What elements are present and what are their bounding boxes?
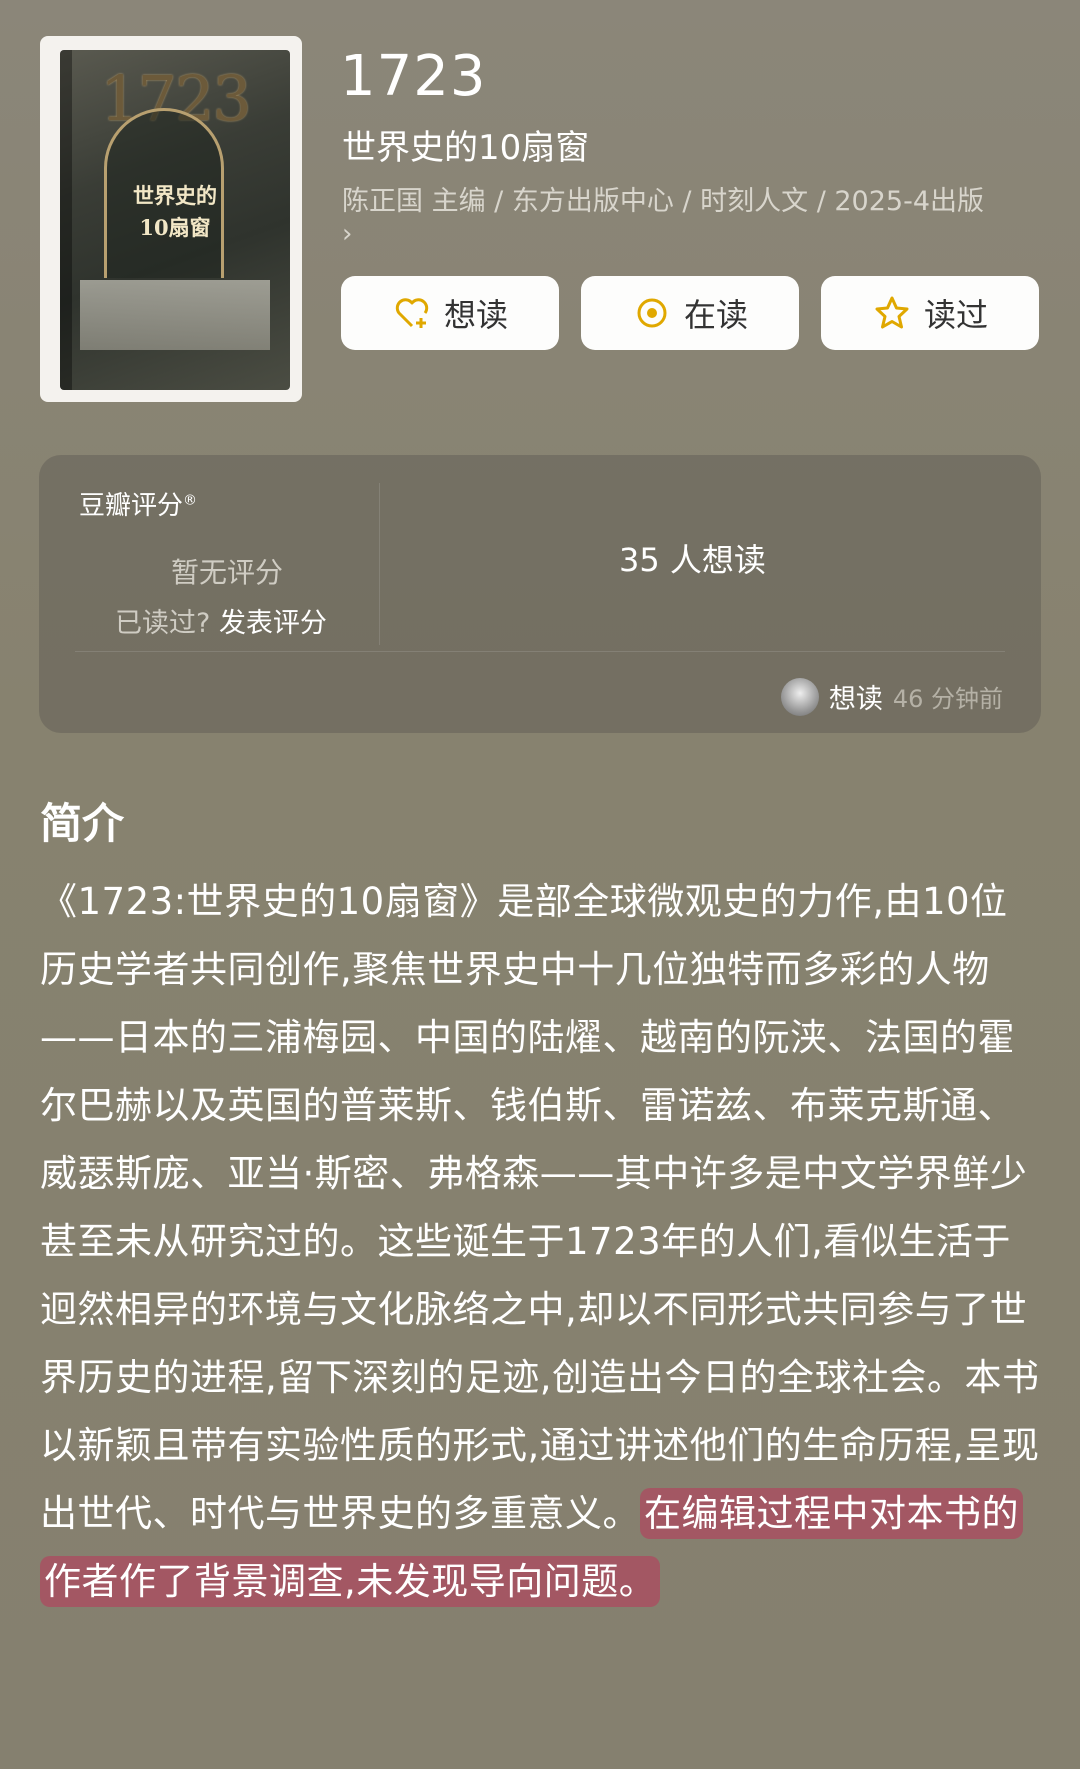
intro-body: 《1723:世界史的10扇窗》是部全球微观史的力作,由10位历史学者共同创作,聚…	[40, 868, 1040, 1616]
want-to-read-button[interactable]: 想读	[341, 276, 559, 350]
book-detail-page: 1723 世界史的 10扇窗 1723 世界史的10扇窗 陈正国 主编 / 东方…	[0, 0, 1080, 1769]
intro-text: 《1723:世界史的10扇窗》是部全球微观史的力作,由10位历史学者共同创作,聚…	[40, 880, 1040, 1535]
post-rating-link[interactable]: 发表评分	[219, 608, 327, 639]
reading-button[interactable]: 在读	[581, 276, 799, 350]
recent-activity[interactable]: 想读 46 分钟前	[780, 677, 1003, 716]
book-subtitle: 世界史的10扇窗	[342, 128, 590, 168]
book-cover[interactable]: 1723 世界史的 10扇窗	[40, 36, 302, 402]
no-rating-text: 暂无评分	[171, 556, 284, 589]
divider	[75, 651, 1005, 652]
want-to-read-label: 想读	[443, 296, 508, 334]
book-meta-text: 陈正国 主编 / 东方出版中心 / 时刻人文 / 2025-4出版	[342, 186, 985, 217]
cover-title: 世界史的 10扇窗	[133, 183, 217, 240]
book-title: 1723	[340, 44, 487, 109]
activity-action: 想读	[828, 684, 883, 715]
intro-heading: 简介	[40, 799, 125, 848]
book-cover-image: 1723 世界史的 10扇窗	[60, 50, 290, 390]
reading-label: 在读	[683, 296, 748, 334]
have-read-label: 读过	[923, 296, 988, 334]
heart-plus-icon	[395, 298, 429, 328]
douban-rating-label: 豆瓣评分®	[79, 491, 198, 521]
want-count[interactable]: 35 人想读	[619, 535, 766, 581]
star-icon	[875, 296, 909, 329]
activity-time: 46 分钟前	[892, 685, 1003, 713]
rating-card: 豆瓣评分® 暂无评分 已读过? 发表评分 35 人想读 想读 46 分钟前	[39, 455, 1041, 733]
read-question: 已读过?	[115, 608, 211, 639]
avatar	[780, 677, 819, 716]
rate-prompt: 已读过? 发表评分	[115, 601, 327, 640]
book-meta[interactable]: 陈正国 主编 / 东方出版中心 / 时刻人文 / 2025-4出版 ›	[342, 186, 1042, 250]
target-icon	[637, 298, 667, 328]
chevron-right-icon[interactable]: ›	[342, 218, 1042, 250]
divider	[379, 483, 380, 645]
have-read-button[interactable]: 读过	[821, 276, 1039, 350]
cover-building	[80, 280, 270, 350]
